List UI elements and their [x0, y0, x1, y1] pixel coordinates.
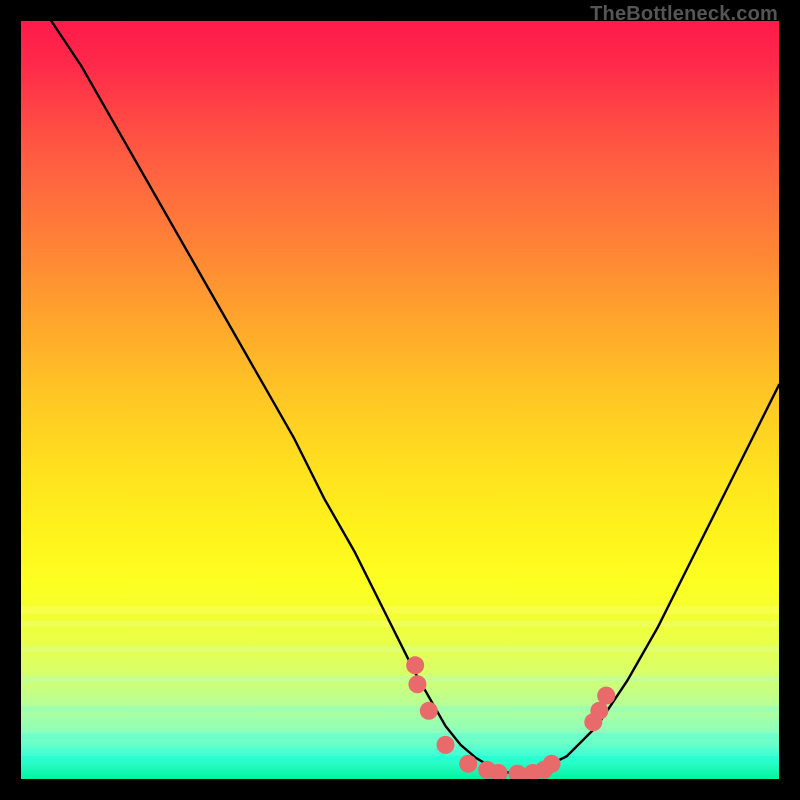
- data-dot: [420, 702, 438, 720]
- green-band-group: [21, 606, 779, 762]
- plot-area: [21, 21, 779, 779]
- chart-svg: [21, 21, 779, 779]
- chart-container: TheBottleneck.com: [0, 0, 800, 800]
- data-dot: [543, 755, 561, 773]
- data-dot: [459, 755, 477, 773]
- data-dot: [406, 656, 424, 674]
- data-dot: [408, 675, 426, 693]
- data-dot: [436, 736, 454, 754]
- data-dot: [597, 687, 615, 705]
